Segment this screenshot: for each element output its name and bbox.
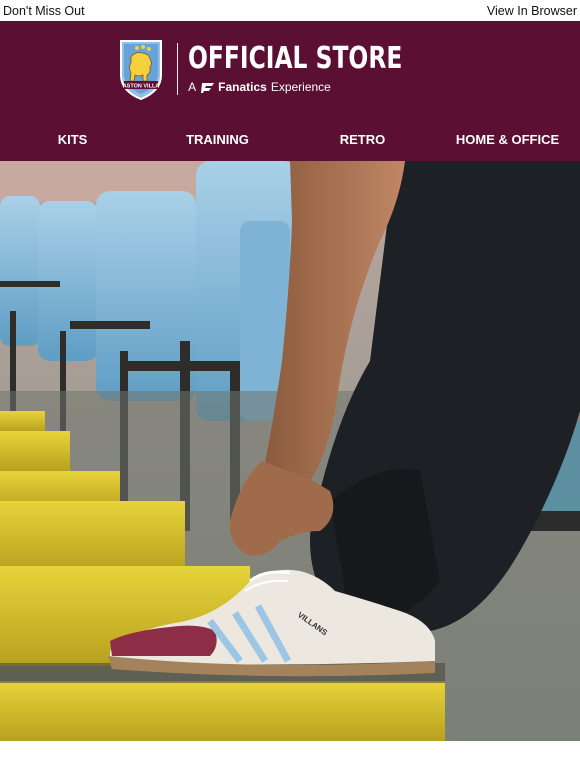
- sneaker-photo-icon: VILLANS: [0, 161, 580, 741]
- store-header: ASTON VILLA OFFICIAL STORE A Fanatics Ex…: [0, 21, 580, 161]
- tagline-prefix: A: [188, 80, 197, 94]
- nav-item-kits[interactable]: KITS: [0, 132, 145, 147]
- nav-item-home-office[interactable]: HOME & OFFICE: [435, 132, 580, 147]
- logo-divider: [177, 43, 179, 95]
- store-wordmark: OFFICIAL STORE A Fanatics Experience: [188, 41, 463, 95]
- crest-text: ASTON VILLA: [123, 84, 160, 90]
- fanatics-tagline: A Fanatics Experience: [188, 80, 331, 94]
- view-in-browser-link[interactable]: View In Browser: [487, 4, 577, 18]
- main-nav: KITS TRAINING RETRO HOME & OFFICE: [0, 128, 580, 150]
- tagline-suffix: Experience: [270, 80, 331, 94]
- nav-item-retro[interactable]: RETRO: [290, 132, 435, 147]
- aston-villa-crest-icon: ASTON VILLA: [120, 40, 163, 101]
- hero-image[interactable]: VILLANS: [0, 161, 580, 741]
- logo-lockup[interactable]: ASTON VILLA OFFICIAL STORE A Fanatics Ex…: [0, 37, 580, 101]
- preheader-bar: Don't Miss Out View In Browser: [0, 0, 580, 21]
- fanatics-flag-icon: [201, 83, 215, 93]
- nav-item-training[interactable]: TRAINING: [145, 132, 290, 147]
- tagline-brand: Fanatics: [218, 80, 267, 94]
- preheader-text: Don't Miss Out: [3, 3, 85, 18]
- store-title: OFFICIAL STORE: [188, 41, 403, 76]
